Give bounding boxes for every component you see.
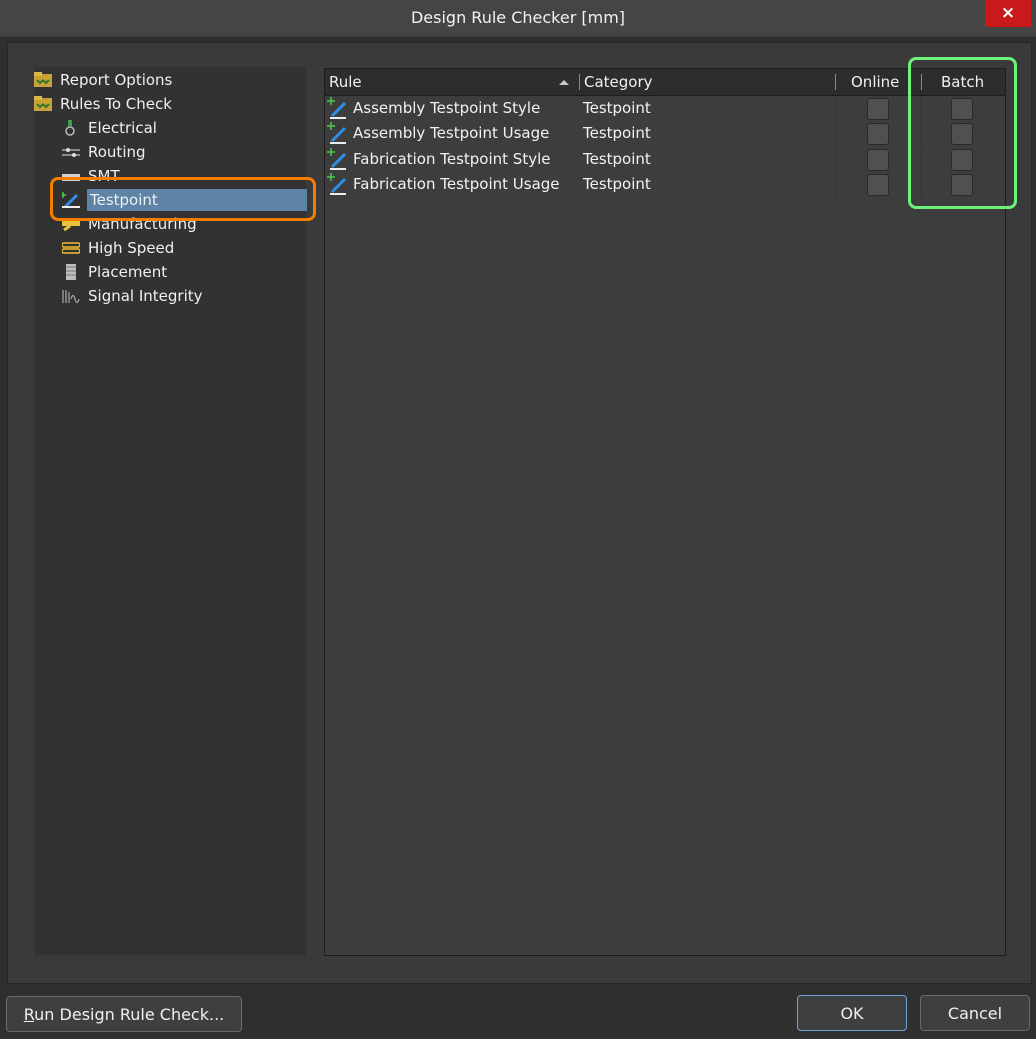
column-divider bbox=[835, 96, 836, 121]
online-checkbox[interactable] bbox=[867, 174, 889, 196]
sort-ascending-icon bbox=[559, 80, 569, 85]
close-button[interactable]: × bbox=[985, 0, 1031, 27]
rule-category: Testpoint bbox=[583, 175, 651, 193]
tree-item-label: Placement bbox=[88, 263, 168, 281]
ok-button-label: OK bbox=[840, 1004, 864, 1023]
table-row[interactable]: Fabrication Testpoint Style Testpoint bbox=[325, 147, 1005, 172]
tree-item-label: Signal Integrity bbox=[88, 287, 203, 305]
table-row[interactable]: Fabrication Testpoint Usage Testpoint bbox=[325, 172, 1005, 197]
electrical-icon bbox=[65, 120, 75, 136]
title-bar: Design Rule Checker [mm] × bbox=[0, 0, 1036, 37]
testpoint-rule-icon bbox=[327, 122, 347, 144]
column-divider bbox=[835, 147, 836, 172]
rule-category: Testpoint bbox=[583, 124, 651, 142]
ok-button[interactable]: OK bbox=[797, 995, 907, 1031]
tree-item-label: Routing bbox=[88, 143, 146, 161]
online-checkbox[interactable] bbox=[867, 149, 889, 171]
online-checkbox[interactable] bbox=[867, 98, 889, 120]
tree-item-label: High Speed bbox=[88, 239, 175, 257]
placement-icon bbox=[66, 264, 76, 280]
column-header-rule[interactable]: Rule bbox=[329, 69, 362, 95]
close-icon: × bbox=[1000, 3, 1016, 23]
column-header-category[interactable]: Category bbox=[584, 69, 653, 95]
column-header-online[interactable]: Online bbox=[851, 69, 899, 95]
cancel-button-label: Cancel bbox=[947, 1004, 1003, 1023]
table-row[interactable]: Assembly Testpoint Usage Testpoint bbox=[325, 121, 1005, 146]
online-checkbox[interactable] bbox=[867, 123, 889, 145]
testpoint-rule-icon bbox=[327, 173, 347, 195]
high-speed-icon bbox=[62, 242, 80, 254]
routing-icon bbox=[62, 148, 80, 157]
tree-item-label: Electrical bbox=[88, 119, 157, 137]
run-design-rule-check-button[interactable]: Run Design Rule Check... bbox=[6, 996, 242, 1032]
rules-grid: Rule Category Online Batch Assembly Test… bbox=[324, 68, 1006, 956]
signal-integrity-icon bbox=[62, 290, 80, 304]
accelerator-key: R bbox=[23, 1005, 35, 1024]
testpoint-highlight-box bbox=[50, 177, 316, 221]
tree-item-label: Report Options bbox=[60, 71, 173, 89]
column-divider[interactable] bbox=[579, 74, 580, 90]
column-divider bbox=[835, 121, 836, 146]
rule-category: Testpoint bbox=[583, 99, 651, 117]
rule-name: Fabrication Testpoint Style bbox=[353, 150, 551, 168]
batch-column-highlight-box bbox=[908, 57, 1017, 209]
testpoint-rule-icon bbox=[327, 148, 347, 170]
rule-name: Assembly Testpoint Usage bbox=[353, 124, 550, 142]
testpoint-rule-icon bbox=[327, 97, 347, 119]
rule-category: Testpoint bbox=[583, 150, 651, 168]
folder-icon bbox=[34, 72, 52, 87]
window-title: Design Rule Checker [mm] bbox=[410, 8, 626, 27]
column-divider[interactable] bbox=[835, 74, 836, 90]
run-button-label: un Design Rule Check... bbox=[34, 1005, 225, 1024]
table-row[interactable]: Assembly Testpoint Style Testpoint bbox=[325, 96, 1005, 121]
cancel-button[interactable]: Cancel bbox=[920, 995, 1030, 1031]
column-divider bbox=[835, 172, 836, 197]
folder-icon bbox=[34, 96, 52, 111]
rule-name: Fabrication Testpoint Usage bbox=[353, 175, 560, 193]
rule-name: Assembly Testpoint Style bbox=[353, 99, 541, 117]
tree-item-label: Rules To Check bbox=[60, 95, 172, 113]
grid-header: Rule Category Online Batch bbox=[325, 69, 1005, 96]
